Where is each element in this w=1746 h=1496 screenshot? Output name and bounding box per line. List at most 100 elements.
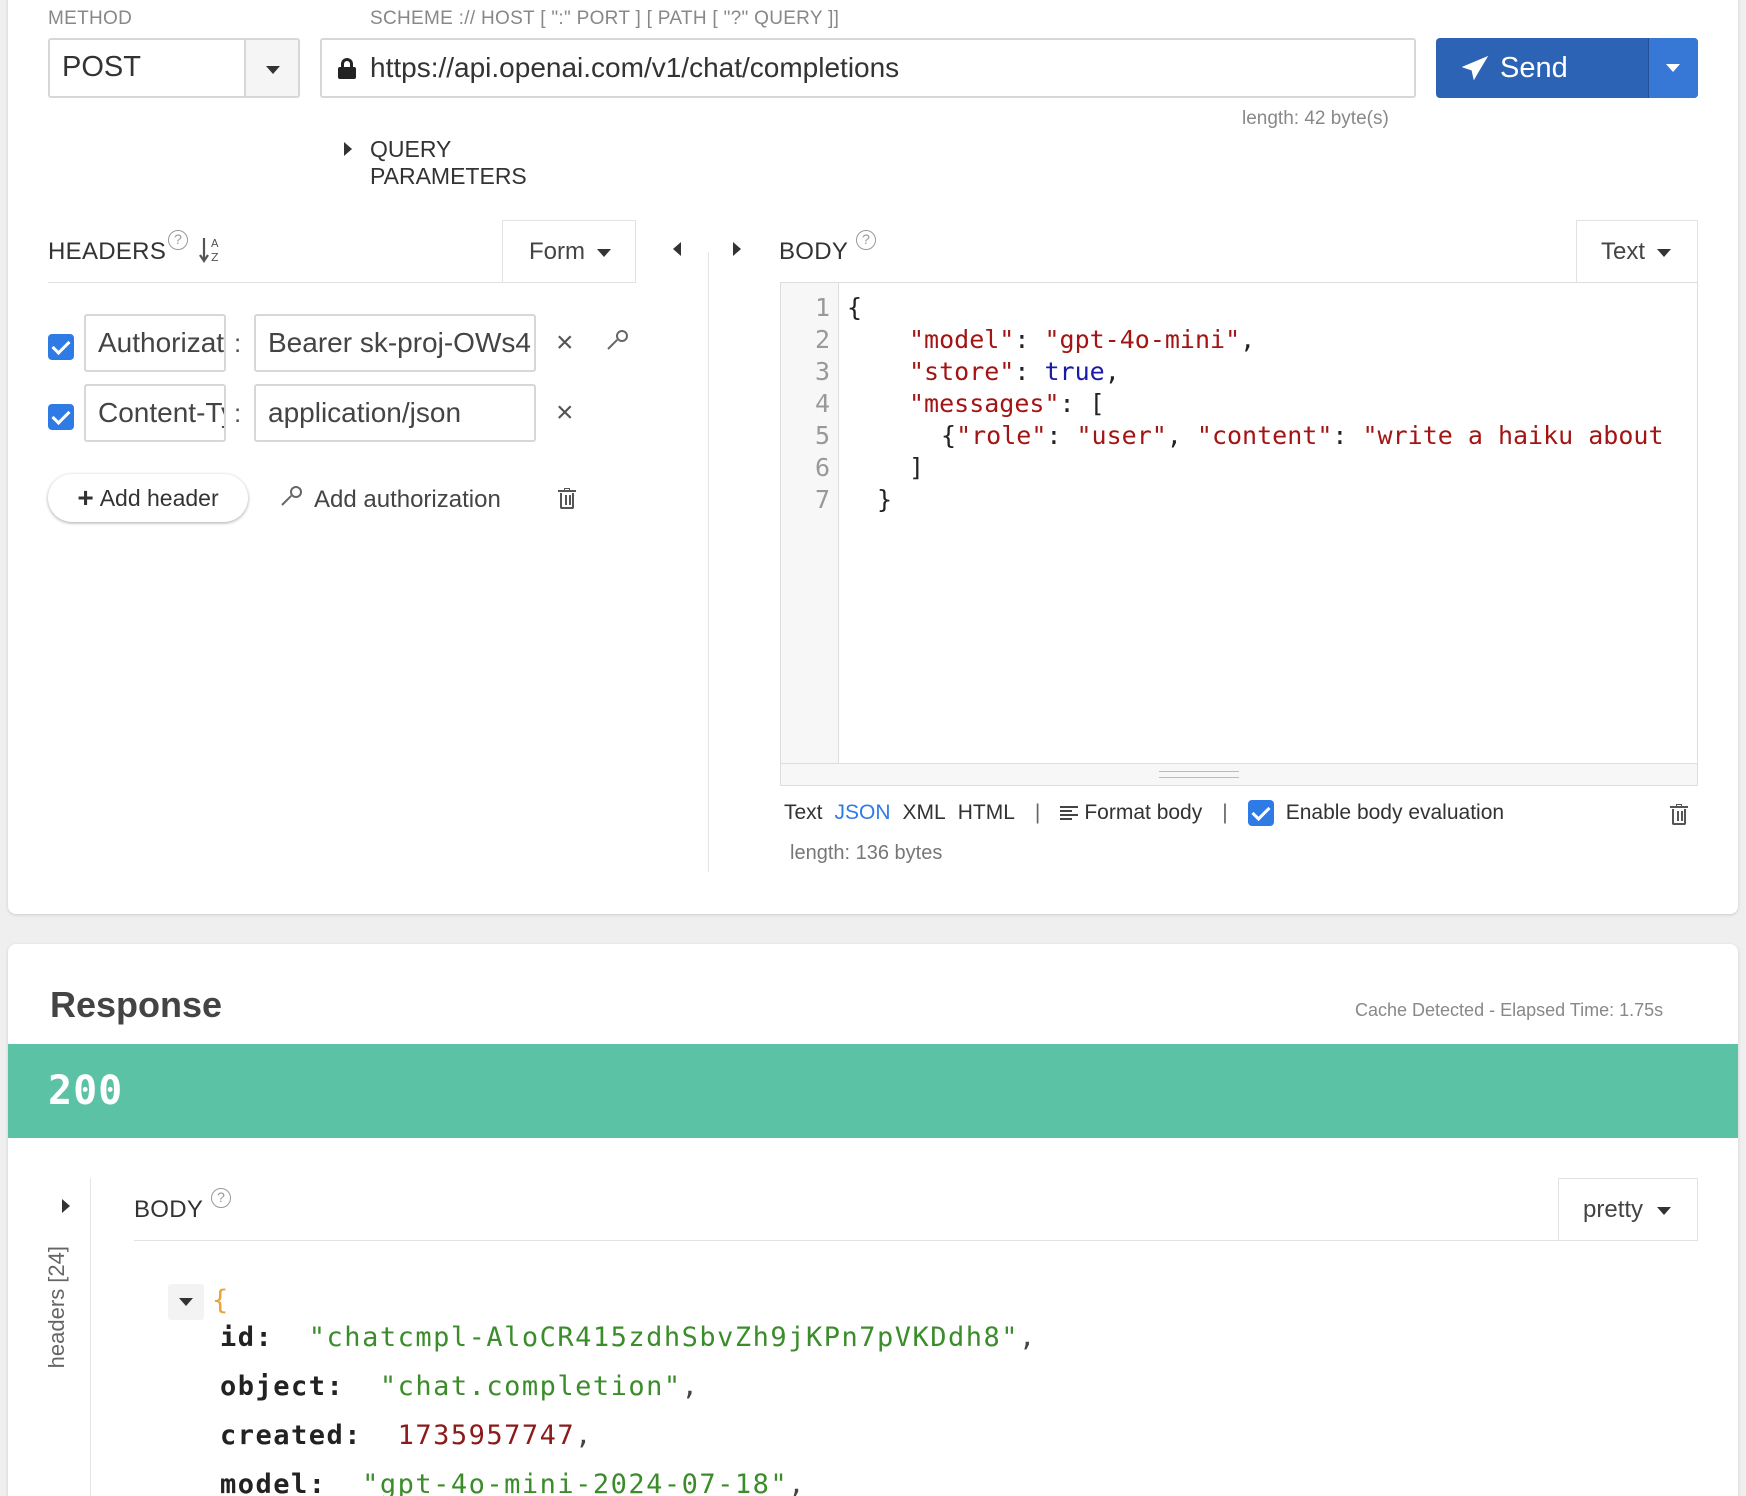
collapse-json-button[interactable] <box>168 1284 204 1320</box>
add-authorization-button[interactable]: Add authorization <box>280 482 520 518</box>
add-header-button[interactable]: + Add header <box>48 474 248 522</box>
toolbar-separator: | <box>1222 801 1228 824</box>
format-body-label: Format body <box>1084 801 1203 824</box>
send-button[interactable]: Send <box>1436 38 1698 98</box>
remove-header-icon[interactable]: × <box>556 326 574 360</box>
send-label: Send <box>1500 51 1568 84</box>
align-left-icon <box>1060 806 1079 820</box>
headers-divider <box>48 282 502 283</box>
code-line: ] <box>909 453 925 482</box>
code-line: } <box>877 485 893 514</box>
header-value-input[interactable]: Bearer sk-proj-OWs4 <box>254 314 536 372</box>
caret-right-icon <box>344 142 352 156</box>
header-name-input[interactable]: Content-Type <box>84 384 226 442</box>
response-body-title: BODY <box>134 1196 204 1223</box>
paper-plane-icon <box>1462 56 1488 80</box>
chevron-down-icon <box>1657 1207 1671 1215</box>
body-title: BODY <box>779 238 849 265</box>
line-number: 5 <box>814 421 830 450</box>
trash-icon[interactable] <box>558 488 576 510</box>
resize-handle[interactable] <box>781 763 1697 785</box>
body-length: length: 136 bytes <box>790 842 943 864</box>
response-view-value: pretty <box>1583 1195 1644 1223</box>
format-json-option[interactable]: JSON <box>835 801 891 825</box>
body-mode-select[interactable]: Text <box>1576 220 1698 282</box>
code-line: {"role": "user", "content": "write a hai… <box>941 421 1664 450</box>
expand-headers-icon[interactable] <box>62 1199 70 1213</box>
header-name-input[interactable]: Authorization <box>84 314 226 372</box>
body-code-editor[interactable]: 1 2 3 4 5 6 7 { "model": "gpt-4o-mini", … <box>780 282 1698 786</box>
svg-text:Z: Z <box>211 251 219 264</box>
url-input[interactable]: https://api.openai.com/v1/chat/completio… <box>320 38 1416 98</box>
format-body-button[interactable]: Format body <box>1060 801 1202 825</box>
enable-eval-label: Enable body evaluation <box>1285 801 1505 824</box>
headers-title: HEADERS <box>48 238 167 265</box>
chevron-down-icon <box>597 249 611 257</box>
line-number: 3 <box>814 357 830 386</box>
help-icon[interactable]: ? <box>856 230 876 250</box>
remove-header-icon[interactable]: × <box>556 396 574 430</box>
collapse-left-icon[interactable] <box>673 242 681 256</box>
chevron-down-icon <box>1657 249 1671 257</box>
line-number: 1 <box>814 293 830 322</box>
response-view-select[interactable]: pretty <box>1558 1178 1698 1240</box>
elapsed-time: Cache Detected - Elapsed Time: 1.75s <box>1355 1000 1664 1020</box>
headers-mode-value: Form <box>529 237 585 265</box>
code-line: "store": true, <box>909 357 1120 386</box>
side-rail <box>90 1178 91 1496</box>
expand-right-icon[interactable] <box>733 242 741 256</box>
method-label: METHOD <box>48 8 133 29</box>
status-code: 200 <box>48 1068 124 1114</box>
enable-eval-checkbox[interactable] <box>1247 800 1274 826</box>
code-line: "model": "gpt-4o-mini", <box>909 325 1256 354</box>
send-options-button[interactable] <box>1648 38 1698 98</box>
trash-icon[interactable] <box>1670 804 1688 826</box>
method-select[interactable]: POST <box>48 38 300 98</box>
json-row: id: "chatcmpl-AloCR415zdhSbvZh9jKPn7pVKD… <box>220 1322 1037 1353</box>
url-value: https://api.openai.com/v1/chat/completio… <box>370 52 900 83</box>
toolbar-separator: | <box>1034 801 1041 824</box>
add-authorization-label: Add authorization <box>314 486 501 513</box>
query-parameters-label: QUERY PARAMETERS <box>370 136 527 189</box>
headers-tab-label: headers [24] <box>44 1246 69 1369</box>
header-enabled-checkbox[interactable] <box>48 404 74 430</box>
json-open-brace: { <box>212 1285 230 1316</box>
response-title: Response <box>50 984 223 1025</box>
send-main[interactable]: Send <box>1436 38 1648 98</box>
body-toolbar: Text JSON XML HTML | Format body | Enabl… <box>784 800 1504 826</box>
url-length: length: 42 byte(s) <box>1242 108 1389 129</box>
line-number: 2 <box>814 325 830 354</box>
line-number-gutter: 1 2 3 4 5 6 7 <box>781 283 839 765</box>
chevron-down-icon <box>179 1298 193 1306</box>
body-mode-value: Text <box>1601 237 1646 265</box>
header-enabled-checkbox[interactable] <box>48 334 74 360</box>
format-xml-option[interactable]: XML <box>903 801 946 825</box>
status-bar <box>8 1044 1738 1138</box>
sort-az-icon[interactable]: AZ <box>198 236 224 264</box>
header-separator: : <box>234 398 242 428</box>
code-line: { <box>847 293 863 322</box>
format-html-option[interactable]: HTML <box>958 801 1015 825</box>
query-parameters-toggle[interactable]: QUERY PARAMETERS <box>342 130 602 189</box>
url-format-label: SCHEME :// HOST [ ":" PORT ] [ PATH [ "?… <box>370 8 840 29</box>
help-icon[interactable]: ? <box>211 1188 231 1208</box>
line-number: 4 <box>814 389 830 418</box>
svg-text:A: A <box>211 237 219 250</box>
json-row: model: "gpt-4o-mini-2024-07-18", <box>220 1469 806 1496</box>
help-icon[interactable]: ? <box>168 230 188 250</box>
header-separator: : <box>234 328 242 358</box>
headers-mode-select[interactable]: Form <box>502 220 636 282</box>
chevron-down-icon[interactable] <box>244 40 298 96</box>
headers-tab[interactable]: headers [24] <box>44 1246 84 1386</box>
key-icon[interactable] <box>606 330 628 352</box>
response-body-divider <box>134 1240 1698 1241</box>
code-line: "messages": [ <box>909 389 1105 418</box>
response-panel <box>8 944 1738 1496</box>
format-text-option[interactable]: Text <box>784 801 823 825</box>
panel-divider <box>708 252 709 872</box>
method-value: POST <box>62 51 141 83</box>
headers-divider <box>502 282 636 283</box>
header-value-input[interactable]: application/json <box>254 384 536 442</box>
add-header-label: Add header <box>99 484 219 511</box>
json-row: object: "chat.completion", <box>220 1371 700 1402</box>
